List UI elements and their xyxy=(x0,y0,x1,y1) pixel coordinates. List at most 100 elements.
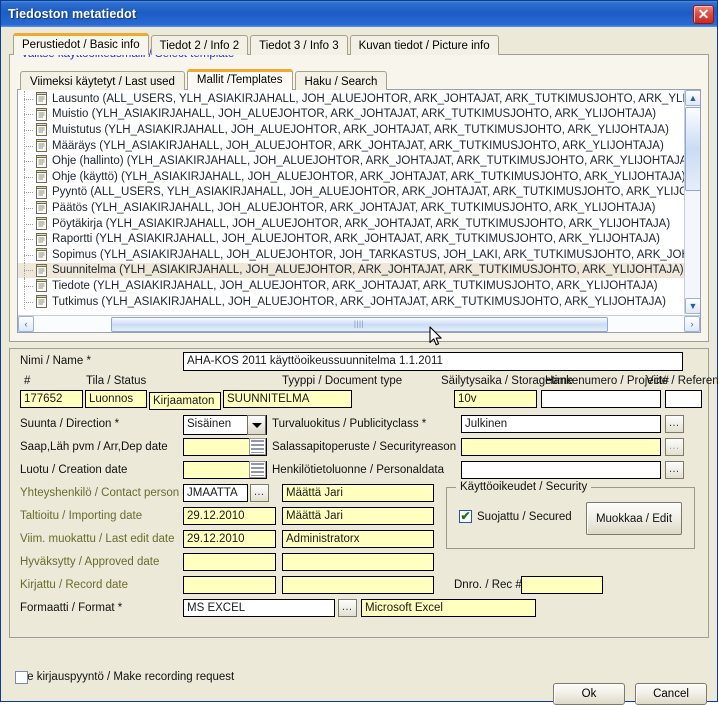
template-list-item-label: Lausunto (ALL_USERS, YLH_ASIAKIRJAHALL, … xyxy=(52,92,684,105)
template-list-item-label: Ohje (käyttö) (YLH_ASIAKIRJAHALL, JOH_AL… xyxy=(52,170,684,183)
calendar-icon-creation[interactable] xyxy=(249,461,266,478)
security-groupbox: Käyttöoikeudet / Security ✔ Suojattu / S… xyxy=(446,481,695,549)
document-icon xyxy=(36,201,47,215)
template-list-item-label: Pöytäkirja (YLH_ASIAKIRJAHALL, JOH_ALUEJ… xyxy=(52,217,671,230)
publicity-browse-button[interactable]: … xyxy=(665,415,684,433)
storagetime-input[interactable]: 10v xyxy=(454,390,537,408)
document-icon xyxy=(36,279,47,293)
tab-picture-info[interactable]: Kuvan tiedot / Picture info xyxy=(349,35,499,55)
tab-search[interactable]: Haku / Search xyxy=(294,71,388,90)
dnro-input[interactable] xyxy=(521,576,603,594)
arrdep-label: Saap,Läh pvm / Arr,Dep date xyxy=(20,441,168,453)
doctype-input[interactable]: SUUNNITELMA xyxy=(223,390,352,408)
tab-last-used[interactable]: Viimeksi käytetyt / Last used xyxy=(20,71,185,90)
template-list-item[interactable]: Päätös (YLH_ASIAKIRJAHALL, JOH_ALUEJOHTO… xyxy=(18,200,684,216)
reference-input[interactable] xyxy=(665,390,702,408)
template-list-item[interactable]: Raportti (YLH_ASIAKIRJAHALL, JOH_ALUEJOH… xyxy=(18,231,684,247)
security-legend: Käyttöoikeudet / Security xyxy=(456,481,592,493)
id-input[interactable]: 177652 xyxy=(20,390,83,408)
dialog-client-area: Perustiedot / Basic info Tiedot 2 / Info… xyxy=(1,27,718,705)
project-input[interactable] xyxy=(541,390,661,408)
template-list-item[interactable]: Muistio (YLH_ASIAKIRJAHALL, JOH_ALUEJOHT… xyxy=(18,106,684,123)
tab-info-3[interactable]: Tiedot 3 / Info 3 xyxy=(250,35,348,55)
metadata-dialog-window: Tiedoston metatiedot ✕ Perustiedot / Bas… xyxy=(0,0,718,705)
recording-request-checkbox[interactable] xyxy=(15,670,28,684)
template-list-item[interactable]: Lausunto (ALL_USERS, YLH_ASIAKIRJAHALL, … xyxy=(18,91,684,107)
approved-input[interactable] xyxy=(183,553,276,571)
template-list-item-label: Raportti (YLH_ASIAKIRJAHALL, JOH_ALUEJOH… xyxy=(52,233,660,246)
chevron-down-icon[interactable] xyxy=(247,415,266,435)
status-input[interactable]: Luonnos xyxy=(85,390,147,408)
tree-connector-icon xyxy=(22,293,36,310)
personaldata-input[interactable] xyxy=(461,461,661,479)
personaldata-browse-button[interactable]: … xyxy=(665,461,684,479)
template-listbox[interactable]: Lausunto (ALL_USERS, YLH_ASIAKIRJAHALL, … xyxy=(17,89,701,333)
template-list-item[interactable]: Sopimus (YLH_ASIAKIRJAHALL, JOH_ALUEJOHT… xyxy=(18,246,684,263)
id-label: # xyxy=(24,375,31,387)
scroll-left-icon[interactable]: ‹ xyxy=(18,316,34,332)
tab-info-2[interactable]: Tiedot 2 / Info 2 xyxy=(150,35,249,55)
close-icon[interactable]: ✕ xyxy=(693,4,714,24)
template-list-item-label: Sopimus (YLH_ASIAKIRJAHALL, JOH_ALUEJOHT… xyxy=(52,248,684,261)
publicity-label: Turvaluokitus / Publicityclass * xyxy=(272,418,427,430)
template-list-item[interactable]: Pyyntö (ALL_USERS, YLH_ASIAKIRJAHALL, JO… xyxy=(18,184,684,201)
format-input[interactable]: MS EXCEL xyxy=(183,599,335,617)
importing-user-display: Määttä Jari xyxy=(282,507,434,525)
document-icon xyxy=(36,170,47,184)
name-input[interactable]: AHA-KOS 2011 käyttöoikeussuunnitelma 1.1… xyxy=(183,352,683,371)
template-list-item[interactable]: Määräys (YLH_ASIAKIRJAHALL, JOH_ALUEJOHT… xyxy=(18,137,684,154)
template-list-item-label: Tiedote (YLH_ASIAKIRJAHALL, JOH_ALUEJOHT… xyxy=(52,279,658,292)
template-list-item[interactable]: Ohje (hallinto) (YLH_ASIAKIRJAHALL, JOH_… xyxy=(18,153,684,169)
hscroll-track-right[interactable] xyxy=(607,316,684,332)
tree-connector-icon xyxy=(22,184,36,201)
hscroll-track-left[interactable] xyxy=(34,316,111,332)
record-input[interactable] xyxy=(183,576,276,594)
template-list-item-label: Muistio (YLH_ASIAKIRJAHALL, JOH_ALUEJOHT… xyxy=(52,108,657,121)
contact-name-display: Määttä Jari xyxy=(282,484,434,502)
contact-input[interactable]: JMAATTA xyxy=(183,484,248,502)
template-list-item[interactable]: Tiedote (YLH_ASIAKIRJAHALL, JOH_ALUEJOHT… xyxy=(18,278,684,294)
lastedit-user-display: Administratorx xyxy=(282,530,434,548)
template-list-item[interactable]: Muistutus (YLH_ASIAKIRJAHALL, JOH_ALUEJO… xyxy=(18,122,684,138)
template-list-item[interactable]: Tutkimus (YLH_ASIAKIRJAHALL, JOH_ALUEJOH… xyxy=(18,293,684,310)
horizontal-scroll-thumb[interactable]: |||| xyxy=(110,316,608,332)
importing-label: Taltioitu / Importing date xyxy=(20,510,143,522)
scroll-down-icon[interactable]: ▼ xyxy=(685,298,700,314)
importing-input[interactable]: 29.12.2010 xyxy=(183,507,276,525)
vertical-scrollbar[interactable]: ▲ ▼ xyxy=(684,90,700,314)
secured-label: Suojattu / Secured xyxy=(477,511,572,523)
registration-input[interactable]: Kirjaamaton xyxy=(149,392,221,410)
tree-connector-icon xyxy=(22,200,36,216)
window-title: Tiedoston metatiedot xyxy=(8,7,137,21)
template-tabstrip: Viimeksi käytetyt / Last used Mallit /Te… xyxy=(20,69,701,90)
lastedit-input[interactable]: 29.12.2010 xyxy=(183,530,276,548)
template-list-item[interactable]: Suunnitelma (YLH_ASIAKIRJAHALL, JOH_ALUE… xyxy=(18,262,684,279)
edit-security-button[interactable]: Muokkaa / Edit xyxy=(586,502,682,535)
tab-basic-info[interactable]: Perustiedot / Basic info xyxy=(13,33,149,55)
horizontal-scrollbar[interactable]: ‹ |||| › xyxy=(18,315,700,332)
document-icon xyxy=(36,232,47,246)
contact-browse-button[interactable]: … xyxy=(250,484,269,502)
scroll-right-icon[interactable]: › xyxy=(684,316,700,332)
scroll-up-icon[interactable]: ▲ xyxy=(685,90,700,106)
record-user-display xyxy=(282,576,434,594)
status-label: Tila / Status xyxy=(86,375,147,387)
template-list-item-label: Tutkimus (YLH_ASIAKIRJAHALL, JOH_ALUEJOH… xyxy=(52,295,666,308)
securityreason-label: Salassapitoperuste / Securityreason xyxy=(272,441,457,453)
tab-templates[interactable]: Mallit /Templates xyxy=(186,69,293,90)
tree-connector-icon xyxy=(22,122,36,138)
direction-label: Suunta / Direction * xyxy=(20,418,120,430)
contact-label: Yhteyshenkilö / Contact person ¹ xyxy=(20,487,187,499)
calendar-icon-arrdep[interactable] xyxy=(249,438,266,455)
template-list-item-label: Päätös (YLH_ASIAKIRJAHALL, JOH_ALUEJOHTO… xyxy=(52,201,656,214)
template-list-item[interactable]: Pöytäkirja (YLH_ASIAKIRJAHALL, JOH_ALUEJ… xyxy=(18,215,684,232)
publicity-input[interactable]: Julkinen xyxy=(461,415,661,433)
securityreason-input[interactable] xyxy=(461,438,661,456)
template-list-item[interactable]: Ohje (käyttö) (YLH_ASIAKIRJAHALL, JOH_AL… xyxy=(18,168,684,185)
vertical-scroll-thumb[interactable] xyxy=(685,107,700,191)
format-browse-button[interactable]: … xyxy=(338,599,357,617)
secured-checkbox[interactable]: ✔ xyxy=(459,510,472,523)
name-label: Nimi / Name * xyxy=(20,355,91,367)
template-list-item-label: Muistutus (YLH_ASIAKIRJAHALL, JOH_ALUEJO… xyxy=(52,123,669,136)
template-list-item-label: Määräys (YLH_ASIAKIRJAHALL, JOH_ALUEJOHT… xyxy=(52,139,664,152)
